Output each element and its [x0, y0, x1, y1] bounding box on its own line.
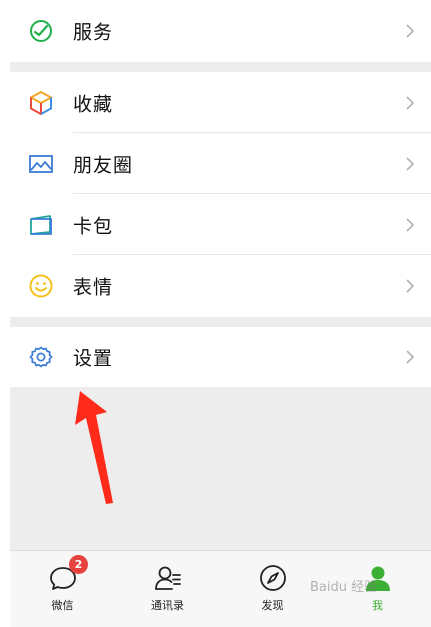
tab-label: 微信 — [51, 599, 74, 612]
baidu-watermark: Baidu 经验 — [310, 580, 378, 595]
unread-badge: 2 — [69, 555, 88, 574]
tab-label: 通讯录 — [151, 599, 184, 612]
tab-contacts[interactable]: 通讯录 — [115, 551, 220, 627]
tab-chats[interactable]: 2 微信 — [10, 551, 115, 627]
compass-icon — [259, 565, 286, 591]
contacts-icon — [154, 566, 181, 590]
app-frame: 服务 收藏 朋友圈 卡包 表情 设置 2 微信 通讯录 发现 我 Baidu 经… — [0, 0, 431, 627]
annotation-arrow — [75, 391, 113, 504]
